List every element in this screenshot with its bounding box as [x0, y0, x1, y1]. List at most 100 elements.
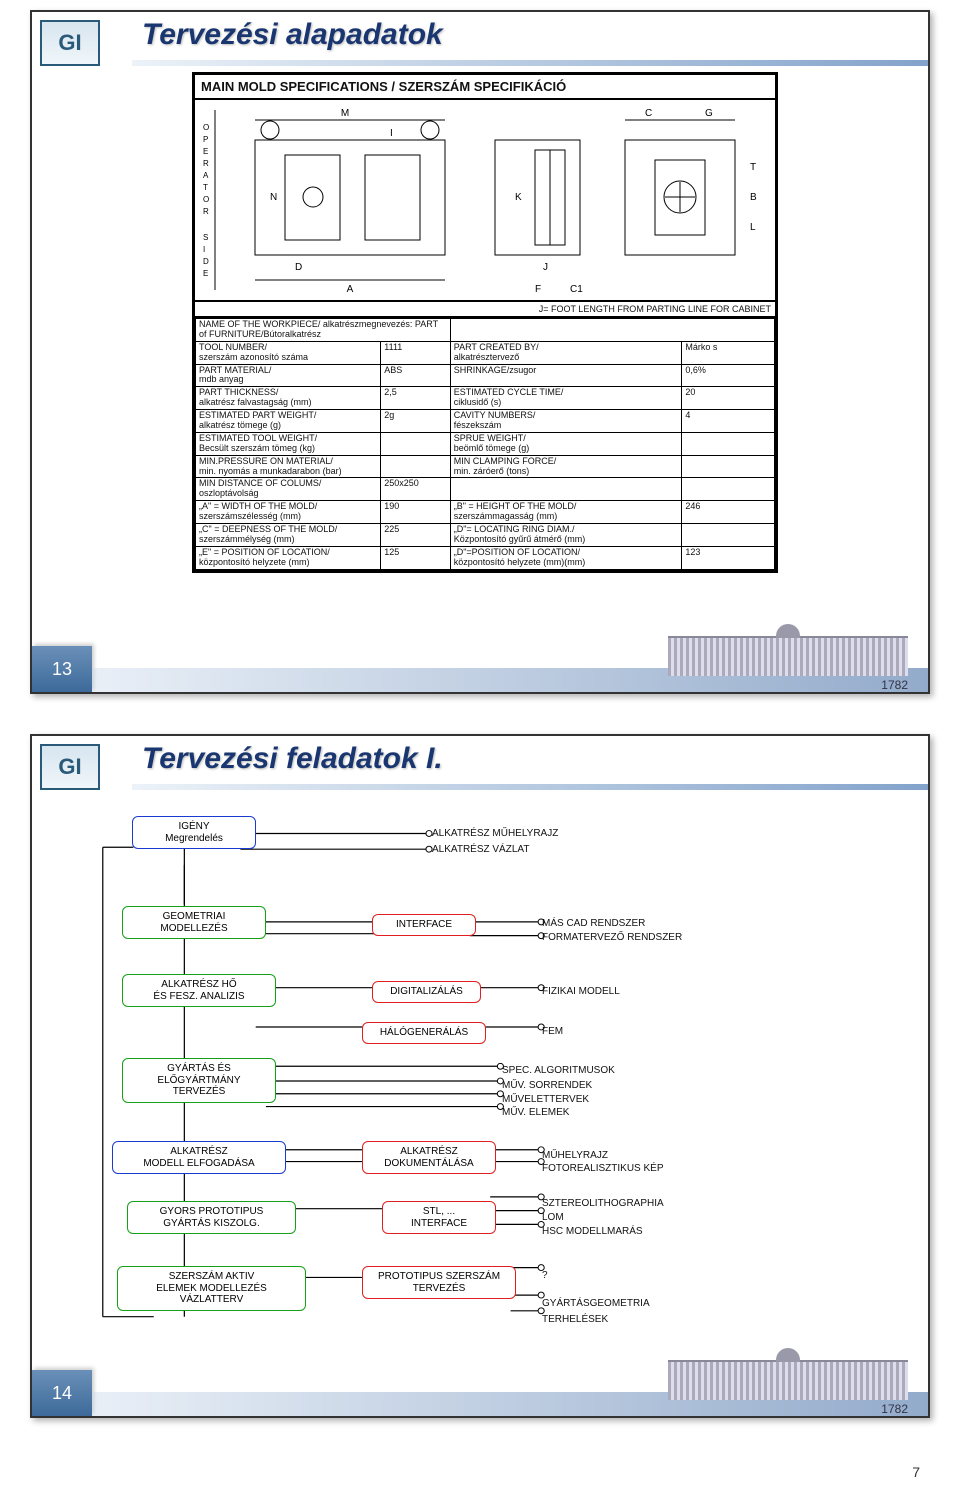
page-number: 13: [32, 646, 92, 692]
svg-text:C: C: [645, 108, 652, 119]
svg-text:P: P: [203, 135, 208, 144]
svg-text:R: R: [203, 159, 209, 168]
table-row: PART MATERIAL/ mdb anyagABSSHRINKAGE/zsu…: [196, 364, 775, 387]
logo-icon: GI: [40, 20, 100, 66]
building-year: 1782: [881, 1402, 908, 1416]
label-gyartasgeometria: GYÁRTÁSGEOMETRIA: [542, 1298, 650, 1309]
table-row: „C" = DEEPNESS OF THE MOLD/ szerszámmély…: [196, 524, 775, 547]
svg-text:T: T: [203, 183, 208, 192]
svg-text:L: L: [750, 222, 756, 233]
label-fotoreal: FOTOREALISZTIKUS KÉP: [542, 1163, 664, 1174]
spec-cell: [381, 432, 450, 455]
svg-text:E: E: [203, 147, 208, 156]
spec-footnote: J= FOOT LENGTH FROM PARTING LINE FOR CAB…: [195, 302, 775, 318]
spec-cell: PART MATERIAL/ mdb anyag: [196, 364, 381, 387]
svg-text:J: J: [543, 262, 548, 273]
table-row: ESTIMATED PART WEIGHT/ alkatrész tömege …: [196, 410, 775, 433]
mold-spec-sheet: MAIN MOLD SPECIFICATIONS / SZERSZÁM SPEC…: [192, 72, 778, 573]
label-fem: FEM: [542, 1026, 563, 1037]
slide-header: GI Tervezési feladatok I.: [32, 736, 928, 796]
spec-cell: 225: [381, 524, 450, 547]
spec-cell: ESTIMATED CYCLE TIME/ ciklusidő (s): [450, 387, 682, 410]
spec-cell: MIN.PRESSURE ON MATERIAL/ min. nyomás a …: [196, 455, 381, 478]
spec-cell: ESTIMATED PART WEIGHT/ alkatrész tömege …: [196, 410, 381, 433]
spec-cell: 123: [682, 546, 775, 569]
spec-cell: 246: [682, 501, 775, 524]
spec-cell: „A" = WIDTH OF THE MOLD/ szerszámszéless…: [196, 501, 381, 524]
label-mascad: MÁS CAD RENDSZER: [542, 918, 645, 929]
slide-title: Tervezési feladatok I.: [142, 742, 443, 776]
building-icon: 1782: [668, 636, 908, 686]
spec-cell: PART CREATED BY/ alkatrésztervező: [450, 341, 682, 364]
label-muv-tervek: MŰVELETTERVEK: [502, 1094, 589, 1105]
box-ho: ALKATRÉSZ HŐÉS FESZ. ANALIZIS: [122, 974, 276, 1007]
svg-text:F: F: [535, 284, 541, 295]
spec-cell: 190: [381, 501, 450, 524]
spec-cell: MIN CLAMPING FORCE/ min. záróerő (tons): [450, 455, 682, 478]
svg-text:I: I: [203, 245, 205, 254]
box-stl: STL, ...INTERFACE: [382, 1201, 496, 1234]
label-lom: LOM: [542, 1212, 564, 1223]
table-row: „A" = WIDTH OF THE MOLD/ szerszámszéless…: [196, 501, 775, 524]
spec-table: NAME OF THE WORKPIECE/ alkatrészmegnevez…: [195, 318, 775, 570]
label-muv-sorrendek: MŰV. SORRENDEK: [502, 1080, 592, 1091]
svg-text:M: M: [341, 108, 349, 119]
svg-text:A: A: [203, 171, 209, 180]
spec-cell: „E" = POSITION OF LOCATION/ központosító…: [196, 546, 381, 569]
spec-cell: CAVITY NUMBERS/ fészekszám: [450, 410, 682, 433]
svg-text:K: K: [515, 192, 522, 203]
svg-text:O: O: [203, 195, 209, 204]
spec-cell: 4: [682, 410, 775, 433]
spec-cell: „D"=POSITION OF LOCATION/ központosító h…: [450, 546, 682, 569]
table-row: TOOL NUMBER/ szerszám azonosító száma111…: [196, 341, 775, 364]
spec-cell: 20: [682, 387, 775, 410]
svg-text:E: E: [203, 269, 208, 278]
mold-drawing-svg: O P E R A T O R S I D E: [195, 100, 775, 300]
logo-icon: GI: [40, 744, 100, 790]
svg-text:D: D: [203, 257, 209, 266]
svg-text:O: O: [203, 123, 209, 132]
table-row: ESTIMATED TOOL WEIGHT/ Becsült szerszám …: [196, 432, 775, 455]
spec-cell: SHRINKAGE/zsugor: [450, 364, 682, 387]
spec-cell: 1111: [381, 341, 450, 364]
svg-text:G: G: [705, 108, 713, 119]
spec-cell: NAME OF THE WORKPIECE/ alkatrészmegnevez…: [196, 319, 451, 342]
svg-text:N: N: [270, 192, 277, 203]
slide-footer: 13 1782: [32, 646, 928, 692]
spec-cell: 2,5: [381, 387, 450, 410]
spec-cell: „B" = HEIGHT OF THE MOLD/ szerszámmagass…: [450, 501, 682, 524]
spec-cell: [381, 455, 450, 478]
spec-cell: SPRUE WEIGHT/ beömlő tömege (g): [450, 432, 682, 455]
label-question: ?: [542, 1270, 548, 1281]
spec-cell: [682, 432, 775, 455]
spec-cell: [682, 524, 775, 547]
spec-cell: „C" = DEEPNESS OF THE MOLD/ szerszámmély…: [196, 524, 381, 547]
box-gyors: GYORS PROTOTIPUSGYÁRTÁS KISZOLG.: [127, 1201, 296, 1234]
svg-text:I: I: [390, 128, 393, 139]
label-sztereo: SZTEREOLITHOGRAPHIA: [542, 1198, 664, 1209]
box-igeny: IGÉNYMegrendelés: [132, 816, 256, 849]
svg-text:A: A: [347, 284, 354, 295]
box-interface: INTERFACE: [372, 914, 476, 936]
spec-cell: [682, 478, 775, 501]
slide-title: Tervezési alapadatok: [142, 18, 443, 52]
spec-cell: 0,6%: [682, 364, 775, 387]
box-halogeneralas: HÁLÓGENERÁLÁS: [362, 1022, 486, 1044]
label-muhelyrajz: ALKATRÉSZ MŰHELYRAJZ: [432, 828, 558, 839]
box-prototipus: PROTOTIPUS SZERSZÁMTERVEZÉS: [362, 1266, 516, 1299]
page-number: 14: [32, 1370, 92, 1416]
slide-footer: 14 1782: [32, 1370, 928, 1416]
table-row: MIN DISTANCE OF COLUMS/ oszloptávolság25…: [196, 478, 775, 501]
spec-cell: [450, 319, 774, 342]
slide-header: GI Tervezési alapadatok: [32, 12, 928, 72]
spec-cell: „D"= LOCATING RING DIAM./ Központosító g…: [450, 524, 682, 547]
building-year: 1782: [881, 678, 908, 692]
label-vazlat: ALKATRÉSZ VÁZLAT: [432, 844, 529, 855]
table-row: NAME OF THE WORKPIECE/ alkatrészmegnevez…: [196, 319, 775, 342]
label-spec-alg: SPEC. ALGORITMUSOK: [502, 1065, 615, 1076]
spec-cell: [682, 455, 775, 478]
document-page-number: 7: [0, 1458, 960, 1500]
svg-text:S: S: [203, 233, 208, 242]
spec-cell: [450, 478, 682, 501]
box-gyartas: GYÁRTÁS ÉSELŐGYÁRTMÁNYTERVEZÉS: [122, 1058, 276, 1103]
